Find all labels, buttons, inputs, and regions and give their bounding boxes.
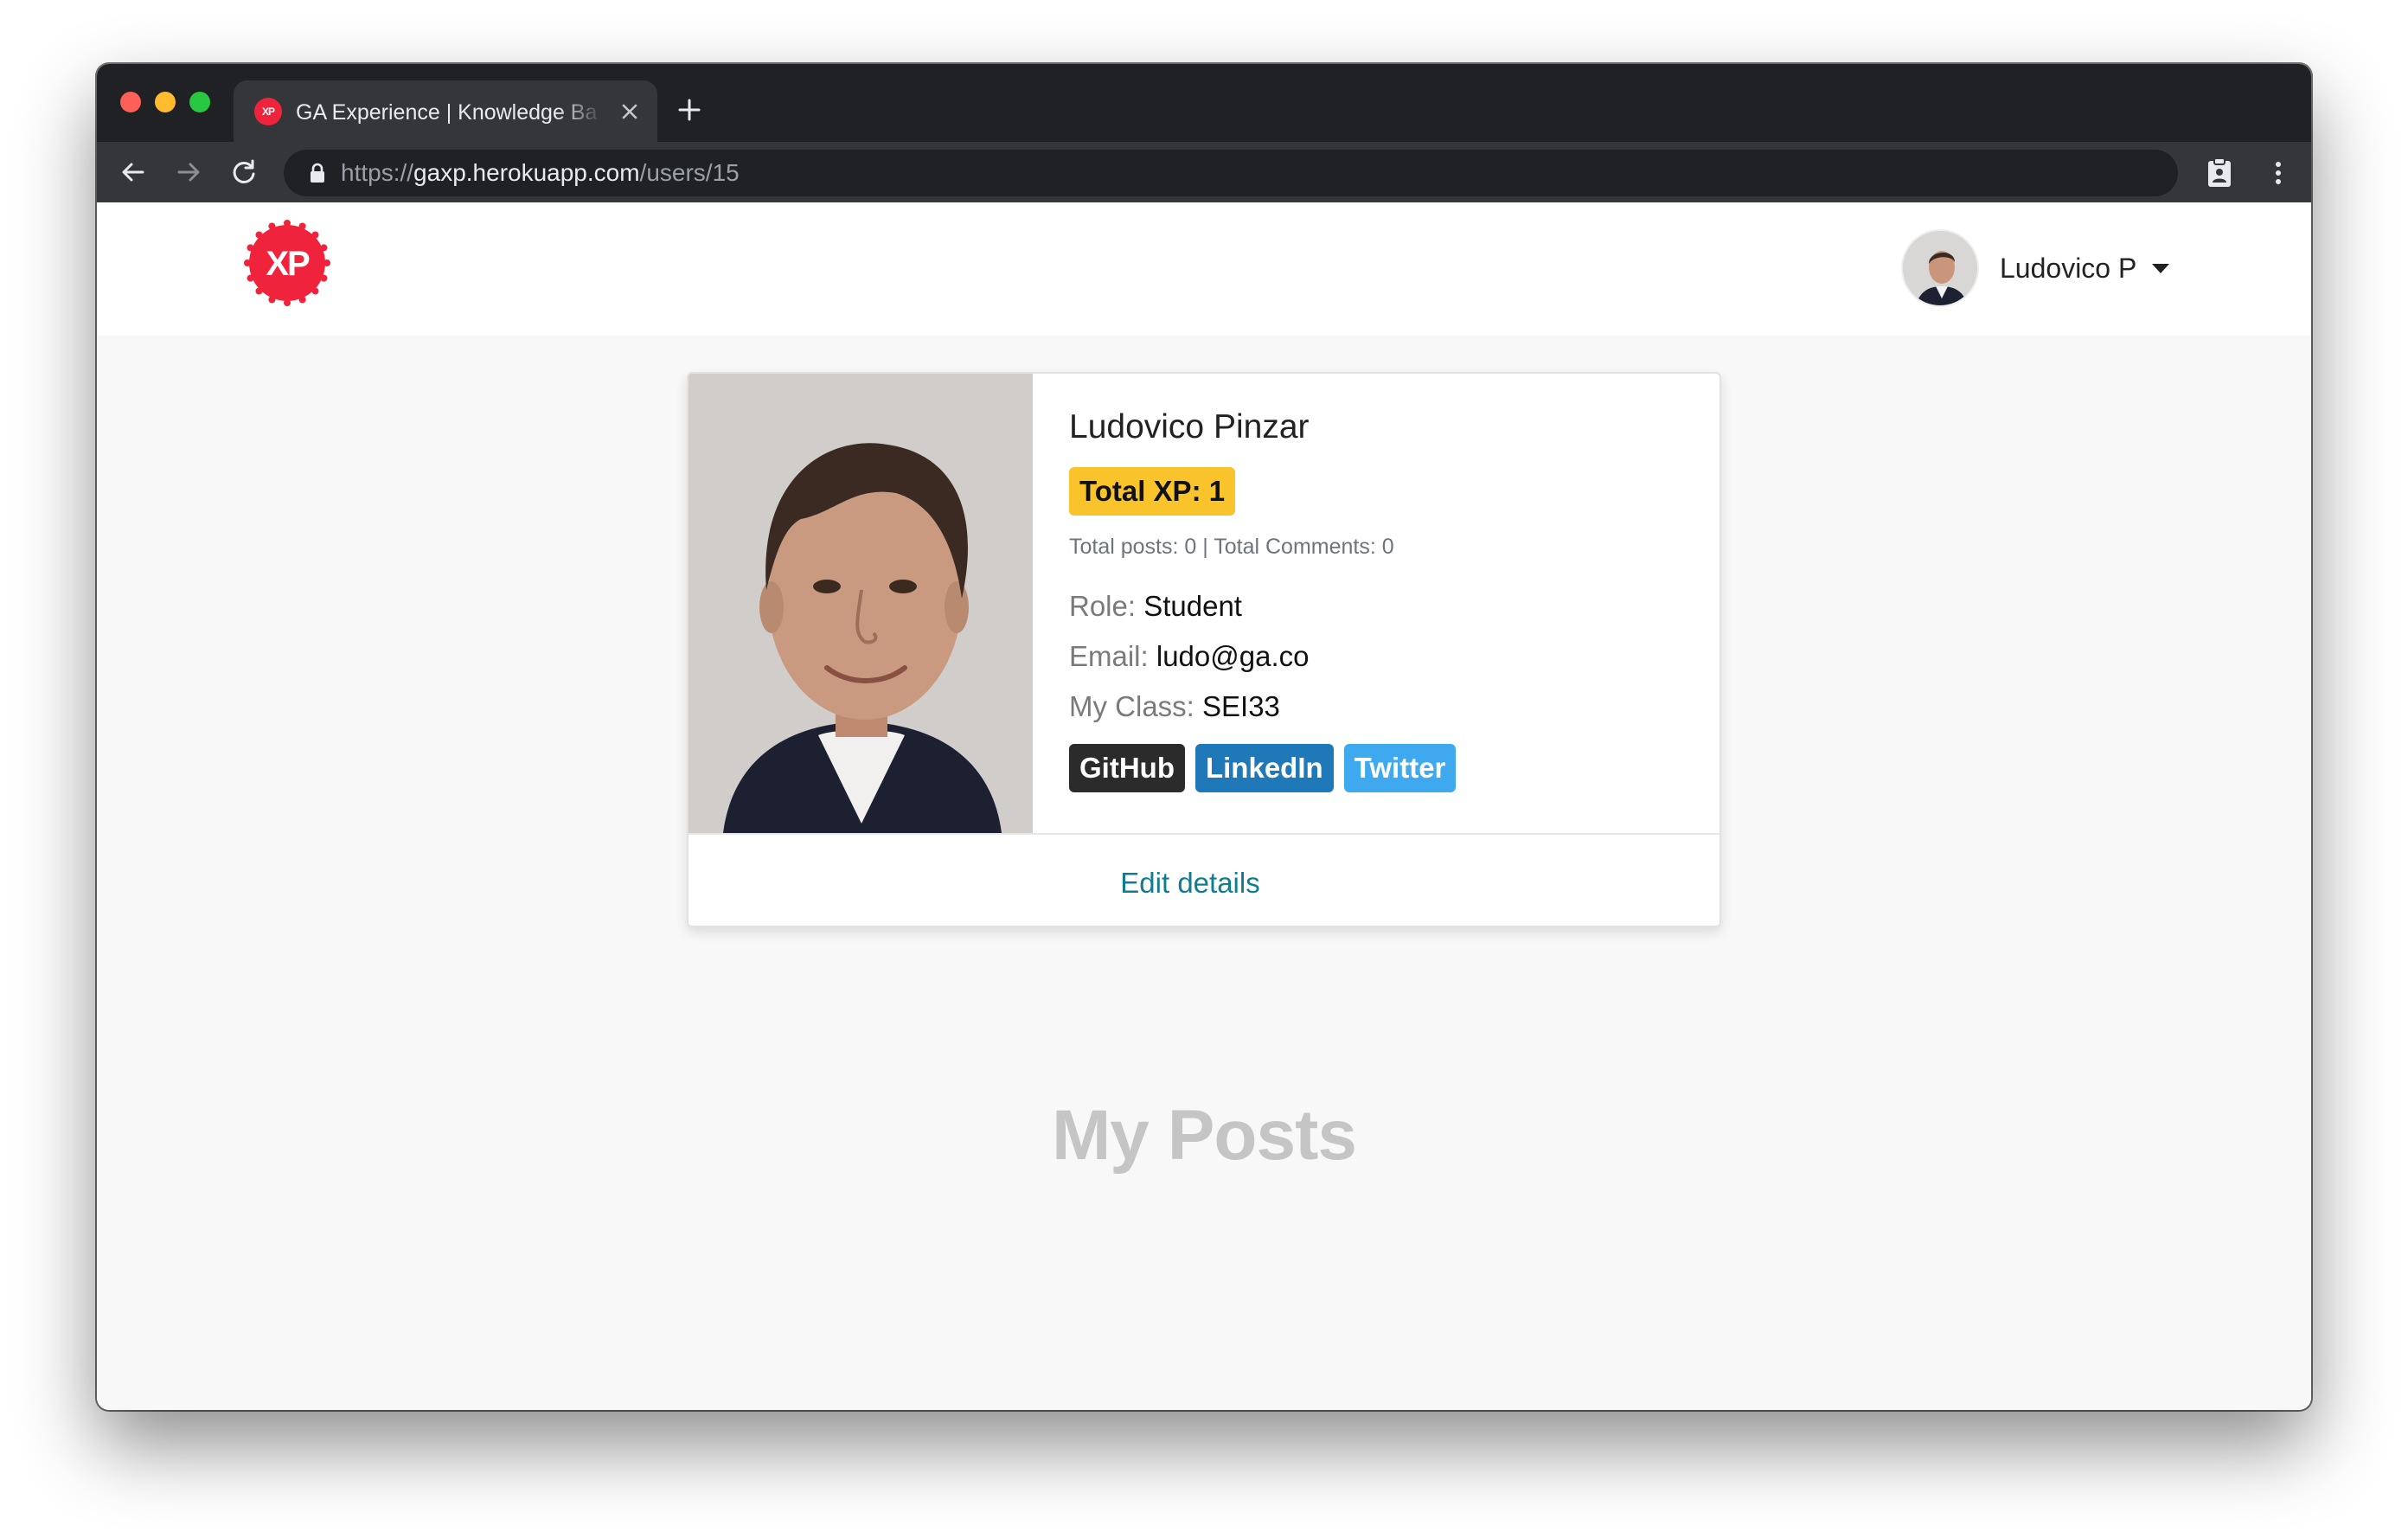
page-content: XP Ludovico P Ludovico Pinzar Total XP: … <box>97 202 2311 1410</box>
github-link[interactable]: GitHub <box>1069 744 1185 792</box>
twitter-link[interactable]: Twitter <box>1343 744 1457 792</box>
avatar[interactable] <box>1901 229 1979 307</box>
clipboard-badge-icon[interactable] <box>2200 154 2238 192</box>
close-icon[interactable] <box>614 96 645 127</box>
tab-strip: XP GA Experience | Knowledge Ba <box>97 64 2311 142</box>
lock-icon[interactable] <box>308 163 327 183</box>
email-value: ludo@ga.co <box>1156 640 1310 672</box>
address-bar[interactable]: https://gaxp.herokuapp.com/users/15 <box>284 150 2178 196</box>
email-row: Email: ludo@ga.co <box>1069 640 1309 673</box>
role-row: Role: Student <box>1069 590 1242 623</box>
close-window-button[interactable] <box>120 92 141 112</box>
kebab-menu-icon[interactable] <box>2259 154 2297 192</box>
minimize-window-button[interactable] <box>155 92 176 112</box>
edit-details-link[interactable]: Edit details <box>688 835 1692 926</box>
xp-logo[interactable]: XP <box>242 218 332 308</box>
social-links: GitHub LinkedIn Twitter <box>1069 744 1457 792</box>
new-tab-plus-icon[interactable] <box>668 88 711 131</box>
class-row: My Class: SEI33 <box>1069 690 1280 723</box>
profile-photo <box>688 374 1033 833</box>
browser-toolbar: https://gaxp.herokuapp.com/users/15 <box>97 142 2311 202</box>
user-name[interactable]: Ludovico P <box>2000 253 2136 285</box>
role-value: Student <box>1143 590 1242 622</box>
my-posts-heading: My Posts <box>1052 1096 1357 1175</box>
profile-name: Ludovico Pinzar <box>1069 408 1310 445</box>
arrow-back-icon[interactable] <box>116 155 150 189</box>
arrow-forward-icon[interactable] <box>171 155 206 189</box>
browser-window: XP GA Experience | Knowledge Ba https://… <box>97 64 2311 1410</box>
tab-title: GA Experience | Knowledge Ba <box>296 100 598 125</box>
class-label: My Class: <box>1069 690 1194 722</box>
post-comment-stats: Total posts: 0 | Total Comments: 0 <box>1069 535 1394 559</box>
user-menu-dropdown[interactable]: Ludovico P <box>1901 228 2170 308</box>
xp-badge: Total XP: 1 <box>1069 467 1236 516</box>
reload-icon[interactable] <box>227 155 261 189</box>
logo-text: XP <box>266 245 310 283</box>
site-header: XP Ludovico P <box>97 202 2311 336</box>
class-value: SEI33 <box>1202 690 1280 722</box>
caret-down-icon[interactable] <box>2152 263 2170 273</box>
maximize-window-button[interactable] <box>189 92 210 112</box>
url-text[interactable]: https://gaxp.herokuapp.com/users/15 <box>341 150 740 196</box>
card-footer: Edit details <box>688 833 1720 926</box>
email-label: Email: <box>1069 640 1149 672</box>
role-label: Role: <box>1069 590 1137 622</box>
browser-tab[interactable]: XP GA Experience | Knowledge Ba <box>234 80 657 142</box>
profile-details: Ludovico Pinzar Total XP: 1 Total posts:… <box>1069 374 1675 833</box>
linkedin-link[interactable]: LinkedIn <box>1194 744 1334 792</box>
favicon-icon: XP <box>254 98 282 125</box>
profile-card: Ludovico Pinzar Total XP: 1 Total posts:… <box>687 372 1721 927</box>
